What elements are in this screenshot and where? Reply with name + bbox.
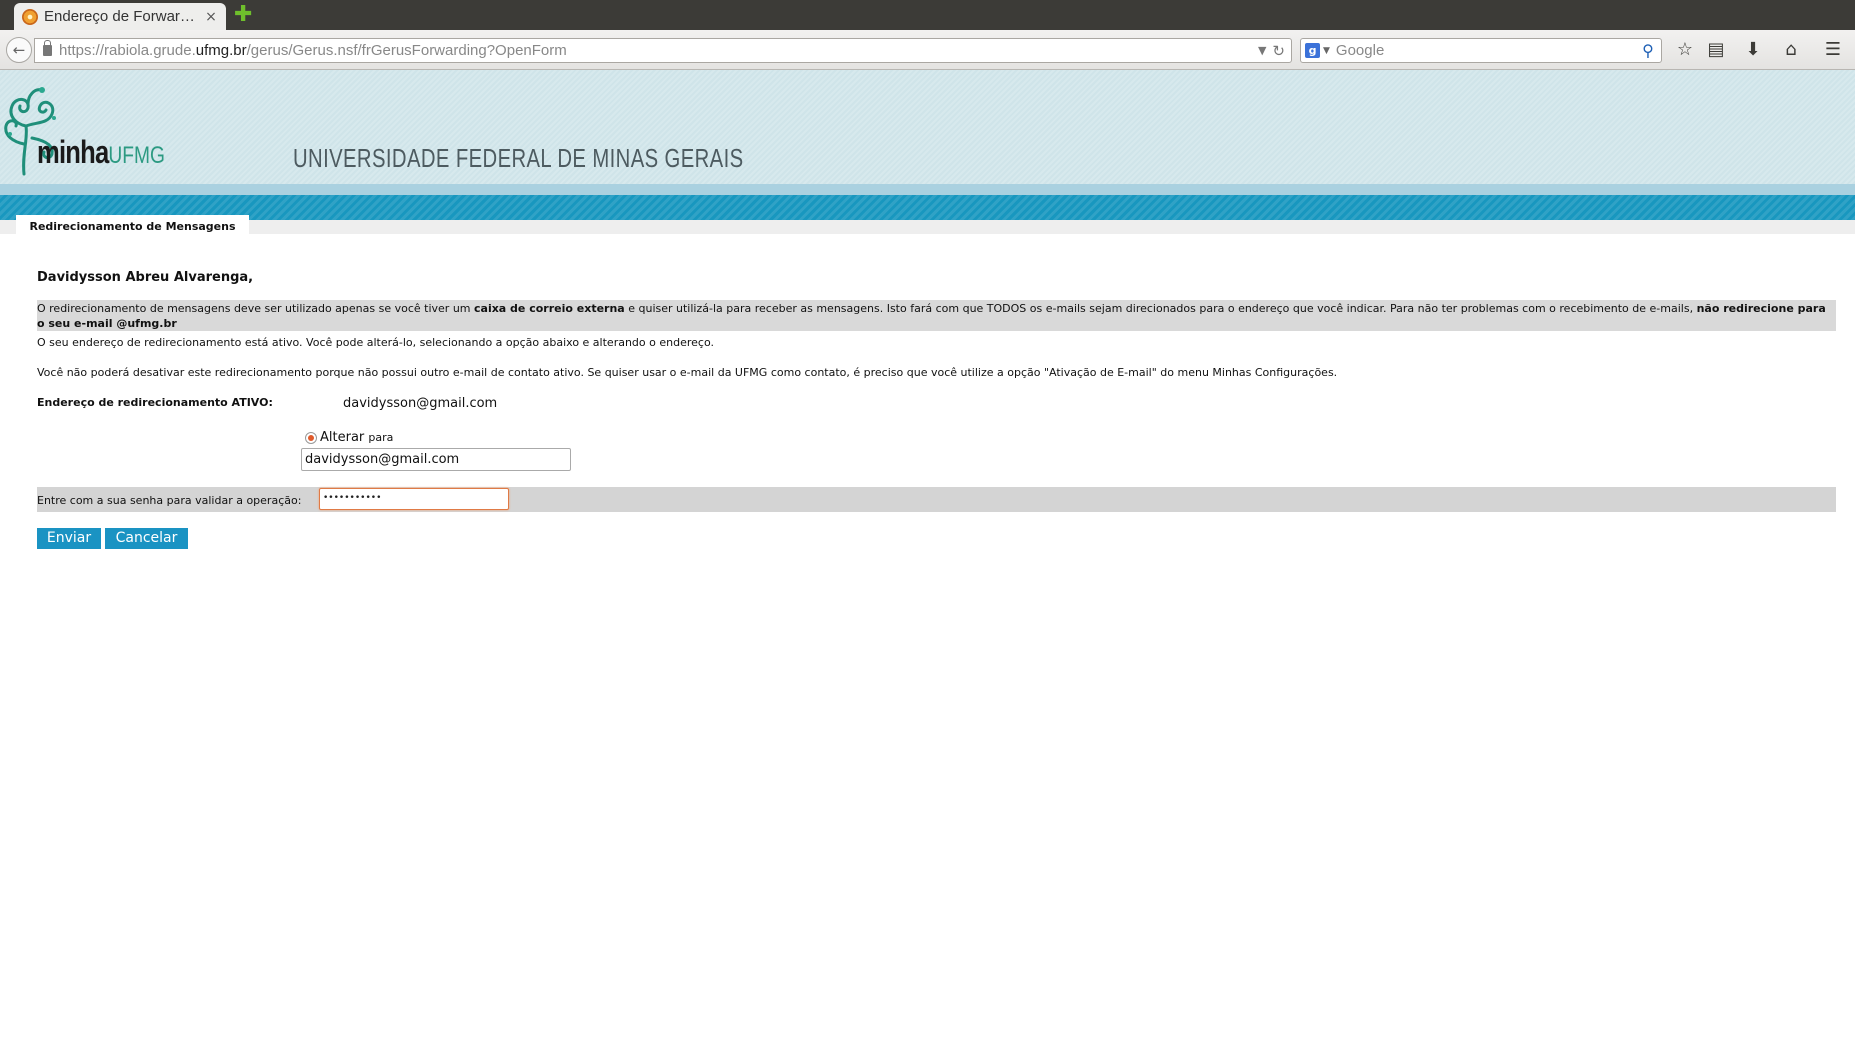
site-header: minhaUFMG UNIVERSIDADE FEDERAL DE MINAS … — [0, 70, 1855, 184]
url-bar[interactable]: https://rabiola.grude.ufmg.br/gerus/Geru… — [34, 38, 1292, 63]
minha-ufmg-logo[interactable]: minhaUFMG — [2, 84, 172, 176]
search-engine-dropdown-icon[interactable]: ▼ — [1323, 46, 1330, 56]
tab-title: Endereço de Forwar… — [44, 8, 195, 25]
logo-text: minhaUFMG — [37, 134, 165, 170]
tab-close-icon[interactable]: × — [204, 9, 218, 25]
search-input[interactable]: Google — [1336, 42, 1639, 59]
active-info-text: O seu endereço de redirecionamento está … — [37, 336, 714, 349]
university-title: UNIVERSIDADE FEDERAL DE MINAS GERAIS — [293, 143, 744, 173]
alterar-radio-label[interactable]: Alterar para — [320, 430, 393, 445]
password-row: Entre com a sua senha para validar a ope… — [37, 487, 1836, 512]
new-tab-icon[interactable]: ✚ — [234, 4, 252, 26]
notice-bold-external: caixa de correio externa — [474, 302, 625, 315]
page-tab-strip — [0, 220, 1855, 234]
back-arrow-icon[interactable]: ← — [6, 37, 32, 63]
bookmarks-list-icon[interactable]: ▤ — [1705, 39, 1727, 61]
header-stripe — [0, 184, 1855, 220]
password-input[interactable]: ••••••••••• — [319, 488, 509, 510]
active-address-label: Endereço de redirecionamento ATIVO: — [37, 396, 273, 409]
search-bar[interactable]: g ▼ Google ⚲ — [1300, 38, 1662, 63]
menu-icon[interactable]: ☰ — [1822, 39, 1844, 61]
active-address-value: davidysson@gmail.com — [343, 396, 498, 411]
browser-tab-bar: Endereço de Forwar… × ✚ — [0, 0, 1855, 30]
search-icon[interactable]: ⚲ — [1639, 41, 1657, 60]
cannot-disable-text: Você não poderá desativar este redirecio… — [37, 366, 1338, 379]
alterar-radio-row[interactable]: Alterar para — [305, 430, 393, 445]
home-icon[interactable]: ⌂ — [1780, 39, 1802, 61]
cancel-button[interactable]: Cancelar — [105, 528, 188, 549]
password-label: Entre com a sua senha para validar a ope… — [37, 494, 302, 507]
lock-icon — [43, 40, 52, 56]
browser-navbar: ← https://rabiola.grude.ufmg.br/gerus/Ge… — [0, 30, 1855, 70]
notice-box: O redirecionamento de mensagens deve ser… — [37, 300, 1836, 331]
notice-text-2: e quiser utilizá-la para receber as mens… — [624, 302, 1697, 315]
new-address-input[interactable]: davidysson@gmail.com — [301, 448, 571, 471]
google-icon[interactable]: g — [1305, 43, 1320, 58]
bookmark-star-icon[interactable]: ☆ — [1674, 39, 1696, 61]
greeting: Davidysson Abreu Alvarenga, — [37, 270, 254, 285]
tab-redirecionamento[interactable]: Redirecionamento de Mensagens — [16, 215, 249, 235]
alterar-radio[interactable] — [305, 431, 317, 444]
url-text[interactable]: https://rabiola.grude.ufmg.br/gerus/Geru… — [59, 42, 1258, 59]
submit-button[interactable]: Enviar — [37, 528, 101, 549]
favicon-icon — [22, 8, 38, 25]
browser-tab[interactable]: Endereço de Forwar… × — [14, 3, 226, 30]
reload-icon[interactable]: ↻ — [1272, 42, 1285, 60]
url-dropdown-icon[interactable]: ▼ — [1258, 44, 1266, 57]
download-icon[interactable]: ⬇ — [1742, 39, 1764, 61]
notice-text: O redirecionamento de mensagens deve ser… — [37, 302, 474, 315]
